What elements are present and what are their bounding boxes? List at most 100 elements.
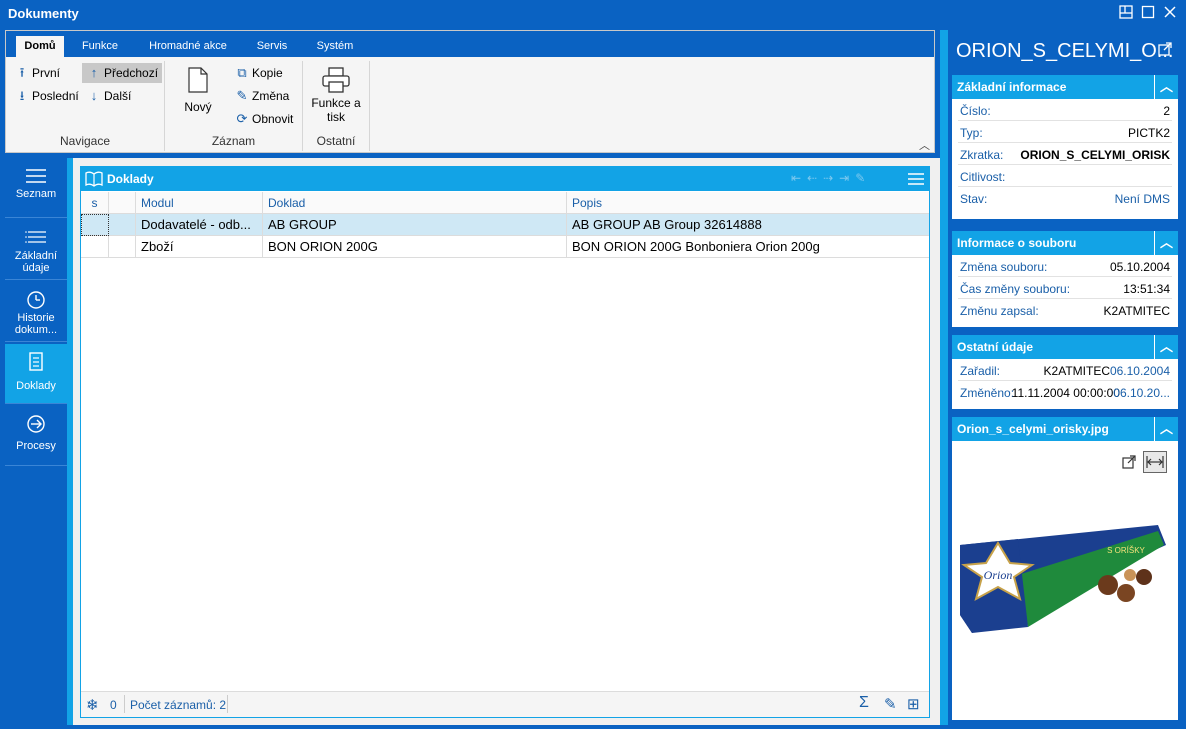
row-cell-popis: AB GROUP AB Group 32614888	[572, 217, 762, 232]
section-header[interactable]: Základní informace ︿	[952, 75, 1178, 99]
document-icon	[29, 352, 43, 371]
open-image-icon[interactable]	[1122, 455, 1136, 472]
section-file-info: Informace o souboru ︿ Změna souboru: 05.10…	[952, 231, 1178, 327]
row-cell-doklad: BON ORION 200G	[263, 236, 567, 258]
previous-button[interactable]: ↑ Předchozí	[82, 63, 162, 83]
section-header[interactable]: Ostatní údaje ︿	[952, 335, 1178, 359]
close-icon[interactable]	[1162, 5, 1178, 21]
arrow-up-icon: ↑	[90, 65, 98, 80]
table-row[interactable]: Zboží BON ORION 200G BON ORION 200G Bonb…	[81, 236, 929, 258]
row-cell-s	[81, 214, 109, 236]
refresh-icon: ⟳	[236, 111, 248, 126]
sidebar-item-procesy[interactable]: Procesy	[5, 406, 67, 466]
chevron-up-icon[interactable]: ︿	[1154, 417, 1178, 441]
column-header-flag[interactable]	[109, 192, 136, 214]
field-typ: Typ: PICTK2	[958, 121, 1172, 143]
section-title: Informace o souboru	[957, 236, 1077, 250]
section-basic-info: Základní informace ︿ Číslo: 2 Typ: PICTK2 Z…	[952, 75, 1178, 219]
field-label: Typ:	[960, 126, 983, 140]
field-value[interactable]: Není DMS	[1115, 192, 1170, 206]
row-cell-doklad: AB GROUP	[263, 214, 567, 236]
new-button[interactable]: Nový	[174, 67, 222, 114]
field-label: Stav:	[960, 192, 988, 206]
panel-header: Doklady ⇤⇠⇢⇥✎	[81, 167, 929, 191]
sidebar-item-doklady[interactable]: Doklady	[5, 344, 67, 404]
group-label-other: Ostatní	[316, 134, 356, 148]
ribbon-separator	[369, 61, 370, 151]
printer-icon	[322, 67, 350, 93]
row-cell-modul: Zboží	[136, 236, 263, 258]
record-count: Počet záznamů: 2	[130, 698, 227, 712]
row-cell-s	[81, 236, 109, 258]
book-icon	[85, 171, 103, 187]
section-title: Orion_s_celymi_orisky.jpg	[957, 422, 1109, 436]
copy-button[interactable]: ⧉ Kopie	[230, 63, 282, 83]
column-header-s[interactable]: s	[81, 192, 109, 214]
tab-funkce[interactable]: Funkce	[72, 36, 128, 57]
first-button[interactable]: ⭱ První	[10, 63, 60, 83]
sidebar-item-historie[interactable]: Historie dokum...	[5, 282, 67, 342]
field-zmenu-zapsal: Změnu zapsal: K2ATMITEC	[958, 299, 1172, 321]
maximize-icon[interactable]	[1140, 5, 1156, 21]
section-header[interactable]: Orion_s_celymi_orisky.jpg ︿	[952, 417, 1178, 441]
detail-list-icon	[25, 231, 46, 243]
field-date: 06.10.20...	[1113, 386, 1170, 400]
next-button[interactable]: ↓ Další	[82, 86, 132, 106]
last-label: Poslední	[32, 89, 79, 103]
sum-icon[interactable]: Σ	[859, 694, 869, 712]
window-title-bar: Dokumenty	[0, 0, 1186, 28]
chevron-up-icon[interactable]: ︿	[1154, 335, 1178, 359]
field-value: 13:51:34	[1123, 282, 1170, 296]
column-header-popis[interactable]: Popis	[567, 192, 929, 214]
product-flavor-text: S ORÍŠKY	[1107, 546, 1145, 555]
field-date: 06.10.2004	[1109, 364, 1170, 378]
field-label: Čas změny souboru:	[960, 282, 1071, 296]
chevron-up-icon[interactable]: ︿	[1154, 231, 1178, 255]
functions-print-button[interactable]: Funkce a tisk	[306, 67, 366, 124]
panel-menu-icon[interactable]	[907, 170, 925, 191]
field-label: Zkratka:	[960, 148, 1004, 162]
panel-title: Doklady	[107, 172, 154, 186]
section-title: Základní informace	[957, 80, 1067, 94]
sidebar-item-zakladni-udaje[interactable]: Základní údaje	[5, 220, 67, 280]
refresh-button[interactable]: ⟳ Obnovit	[230, 109, 294, 129]
product-brand-text: Orion	[984, 568, 1013, 582]
field-citlivost: Citlivost:	[958, 165, 1172, 187]
table-row[interactable]: Dodavatelé - odb... AB GROUP AB GROUP AB…	[81, 214, 929, 236]
add-grid-icon[interactable]: ⊞	[907, 695, 920, 713]
new-label: Nový	[184, 100, 212, 114]
column-header-modul[interactable]: Modul	[136, 192, 263, 214]
refresh-label: Obnovit	[252, 112, 294, 126]
left-navigation: Seznam Základní údaje Historie dokum... …	[5, 158, 67, 725]
fit-width-icon[interactable]	[1143, 451, 1167, 473]
field-label: Změnu zapsal:	[960, 304, 1039, 318]
sidebar-item-seznam[interactable]: Seznam	[5, 158, 67, 218]
grid-header-row: s Modul Doklad Popis	[81, 192, 929, 214]
field-value: 11.11.2004 00:00:00	[1011, 386, 1120, 400]
arrow-down-icon: ↓	[90, 88, 98, 103]
collapse-ribbon-icon[interactable]: ︿	[919, 137, 930, 153]
chevron-up-icon[interactable]: ︿	[1154, 75, 1178, 99]
sidebar-item-label: Historie dokum...	[14, 312, 58, 336]
tab-hromadne-akce[interactable]: Hromadné akce	[138, 36, 238, 57]
last-button[interactable]: ⭳ Poslední	[10, 86, 79, 106]
filter-count: 0	[110, 698, 117, 712]
list-icon	[26, 169, 46, 183]
doklady-panel: Doklady ⇤⇠⇢⇥✎ s Modul Doklad Popis Dodav…	[80, 166, 930, 718]
open-external-icon[interactable]	[1158, 42, 1172, 59]
tab-system[interactable]: Systém	[306, 36, 364, 57]
column-header-doklad[interactable]: Doklad	[263, 192, 567, 214]
pane-splitter[interactable]	[940, 30, 948, 725]
section-header[interactable]: Informace o souboru ︿	[952, 231, 1178, 255]
new-document-icon	[188, 67, 208, 93]
edit-icon[interactable]: ✎	[884, 695, 897, 713]
tab-servis[interactable]: Servis	[248, 36, 296, 57]
restore-icon[interactable]	[1118, 5, 1134, 21]
field-cislo: Číslo: 2	[958, 99, 1172, 121]
tab-domu[interactable]: Domů	[16, 36, 64, 57]
snowflake-icon[interactable]: ❄	[86, 696, 99, 714]
change-button[interactable]: ✎ Změna	[230, 86, 290, 106]
ribbon-tabs: Domů Funkce Hromadné akce Servis Systém	[6, 31, 934, 57]
field-label: Změna souboru:	[960, 260, 1048, 274]
section-title: Ostatní údaje	[957, 340, 1034, 354]
